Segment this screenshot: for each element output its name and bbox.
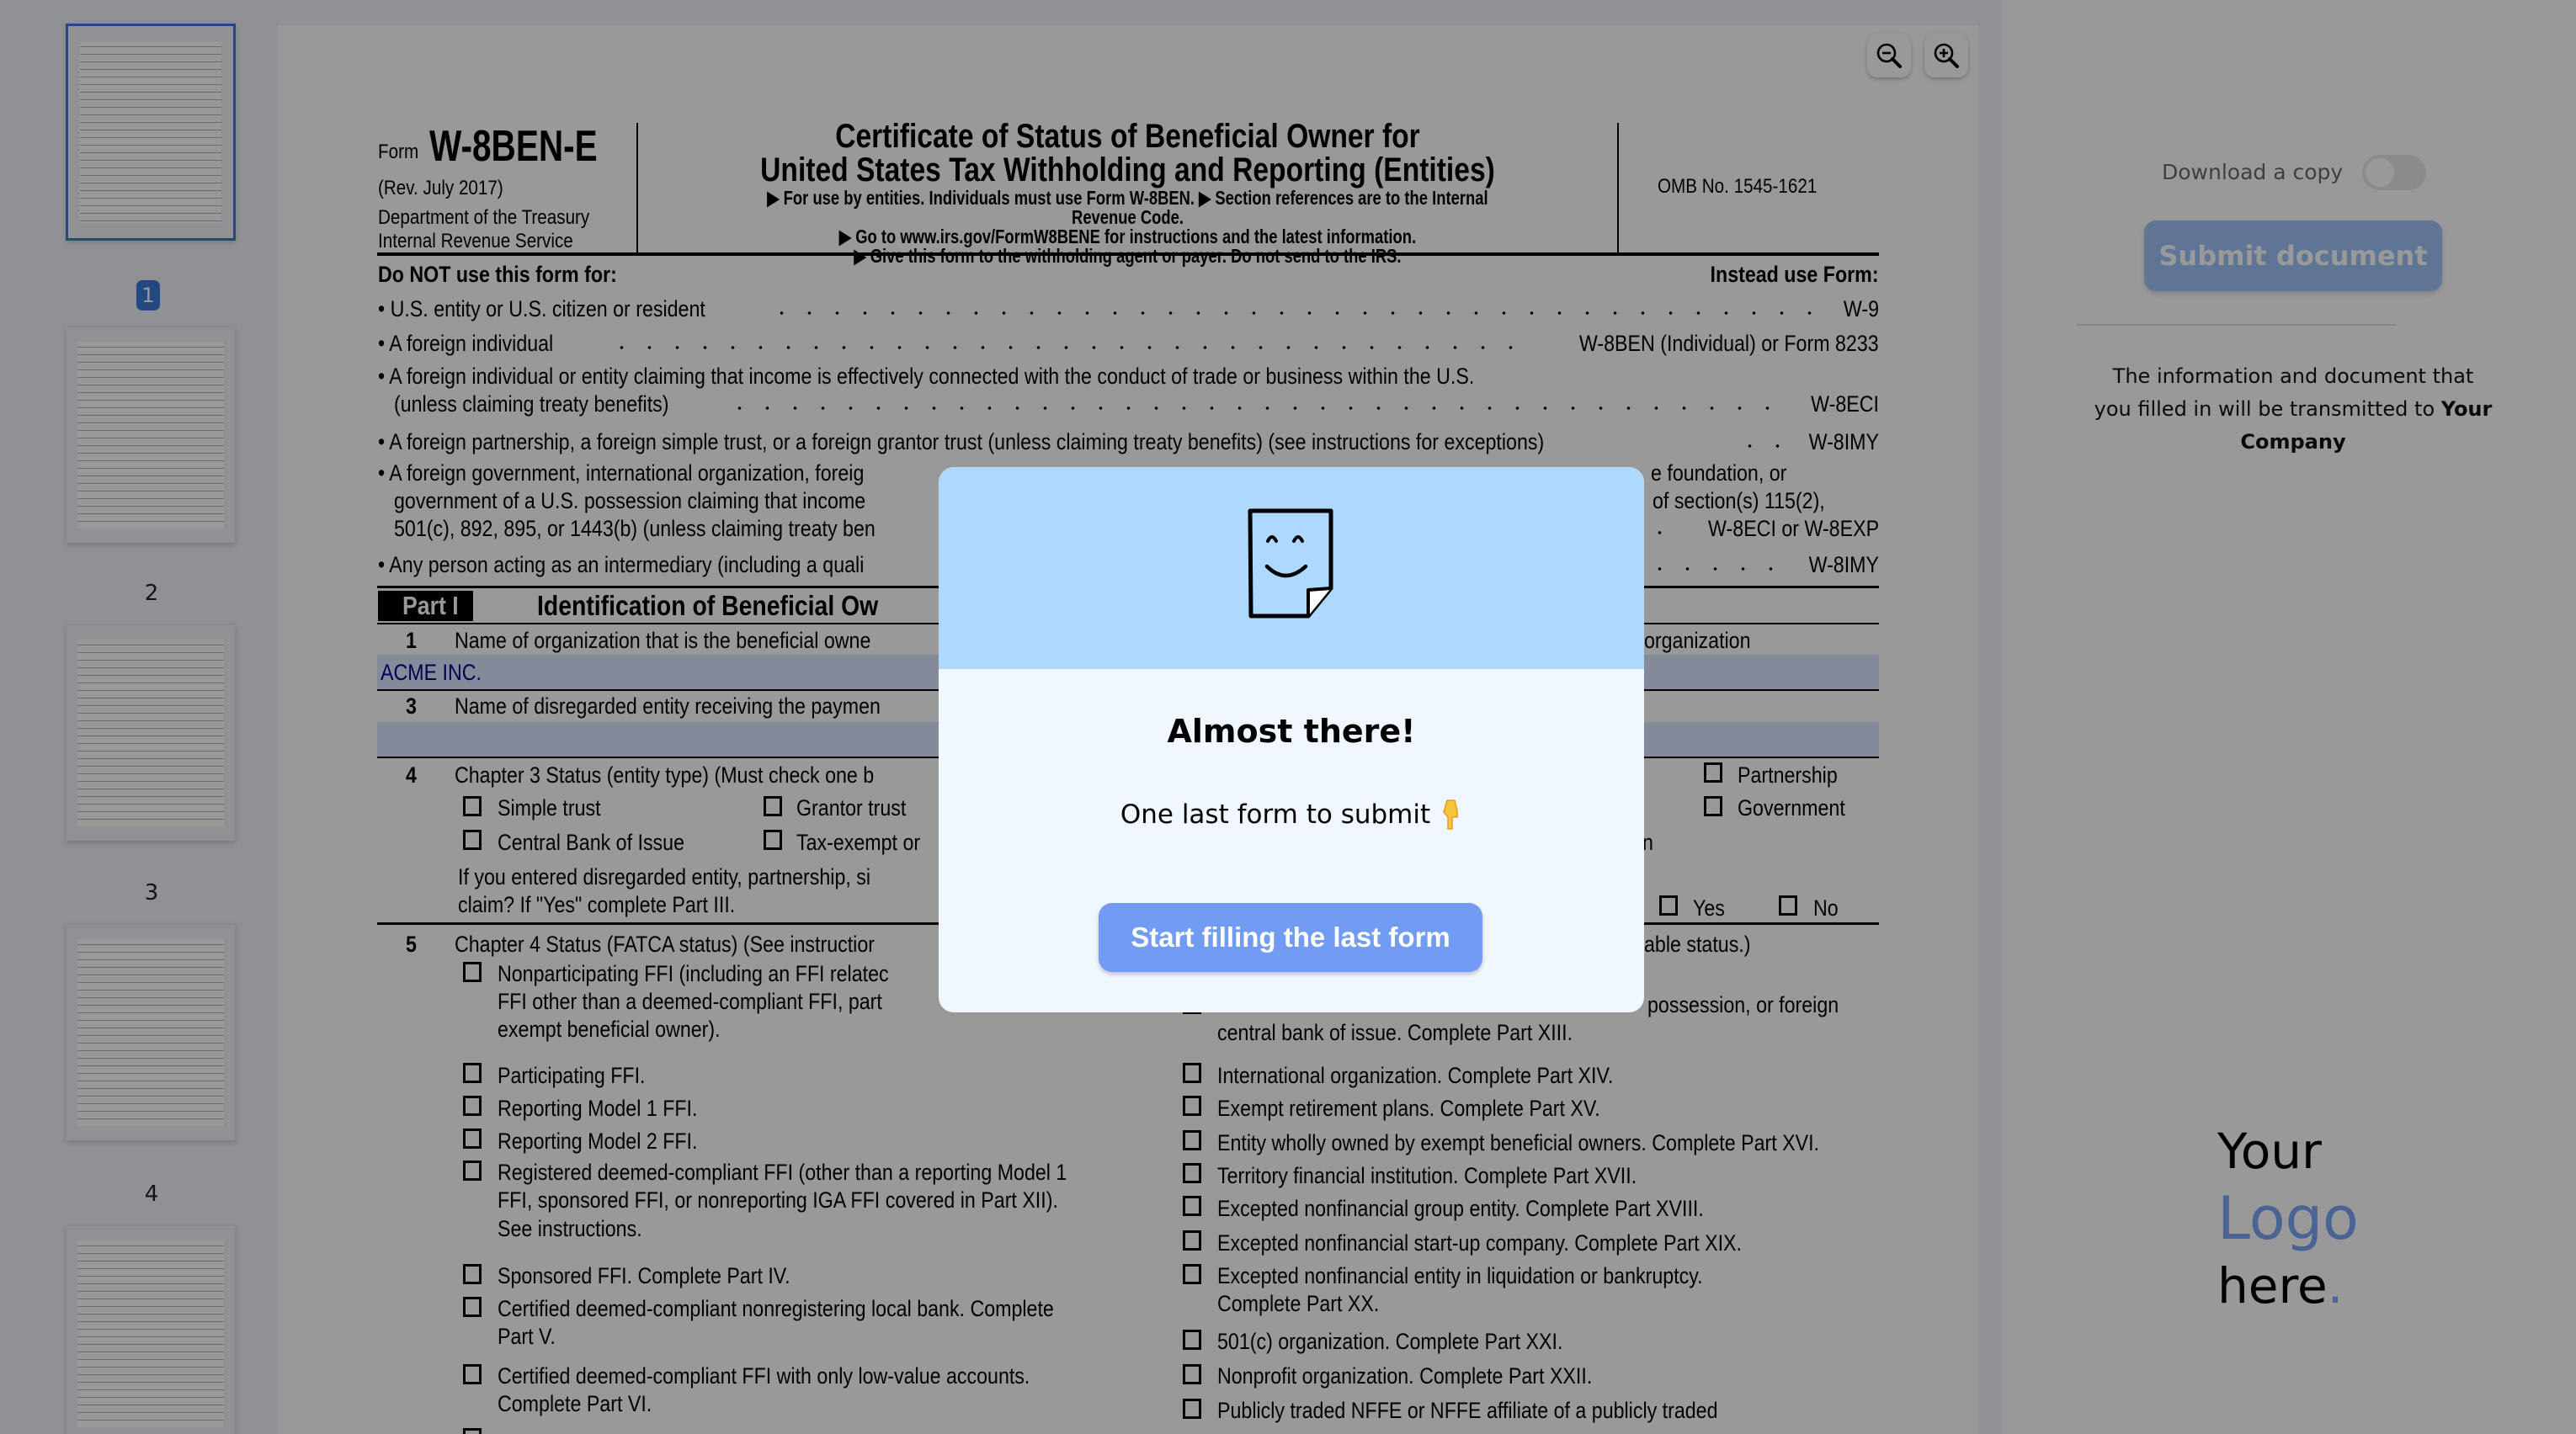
almost-there-modal: Almost there! One last form to submit St…	[939, 467, 1644, 1012]
modal-header	[939, 467, 1644, 669]
pointing-down-hand-icon	[1443, 799, 1458, 830]
smiling-document-icon	[1248, 508, 1333, 619]
start-filling-button[interactable]: Start filling the last form	[1099, 903, 1482, 972]
modal-subtitle-text: One last form to submit	[1120, 799, 1431, 830]
modal-subtitle: One last form to submit	[939, 799, 1644, 831]
modal-title: Almost there!	[1167, 713, 1416, 750]
